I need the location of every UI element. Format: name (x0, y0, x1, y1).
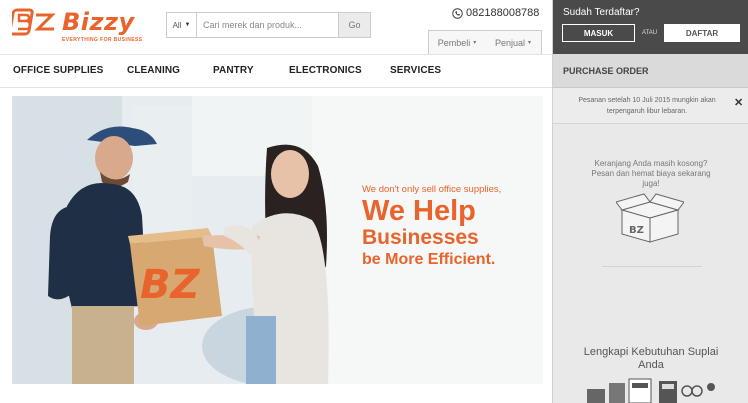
nav-item-office-supplies[interactable]: OFFICE SUPPLIES (13, 65, 103, 76)
box-logo-small: BZ (629, 225, 644, 236)
right-sidebar: Sudah Terdaftar? MASUK ATAU DAFTAR PURCH… (552, 0, 748, 403)
box-logo: BZ (140, 262, 200, 308)
search-bar: All ▼ Go (166, 12, 371, 38)
search-category-select[interactable]: All ▼ (167, 13, 197, 37)
nav-item-cleaning[interactable]: CLEANING (127, 65, 180, 76)
hero-line-4: be More Efficient. (362, 251, 496, 268)
logo-tagline: EVERYTHING FOR BUSINESS (62, 37, 143, 43)
chevron-down-icon: ▾ (473, 40, 477, 46)
caret-down-icon: ▼ (184, 22, 191, 28)
phone-icon (452, 7, 463, 19)
nav-item-electronics[interactable]: ELECTRONICS (289, 65, 362, 76)
supply-title: Lengkapi Kebutuhan Suplai Anda (583, 346, 719, 371)
purchase-order-title: PURCHASE ORDER (563, 66, 649, 76)
close-icon[interactable]: ✕ (734, 96, 743, 109)
hero-line-3: Businesses (362, 226, 479, 249)
search-go-button[interactable]: Go (338, 13, 370, 37)
account-panel: Sudah Terdaftar? MASUK ATAU DAFTAR (553, 0, 748, 54)
holiday-notice: Pesanan setelah 10 Juli 2015 mungkin aka… (553, 88, 748, 124)
search-input[interactable] (197, 13, 338, 37)
hero-line-2: We Help (362, 195, 476, 227)
bz-logo-icon (12, 8, 56, 36)
top-header: Bizzy EVERYTHING FOR BUSINESS All ▼ Go 0… (0, 0, 552, 54)
page: Bizzy EVERYTHING FOR BUSINESS All ▼ Go 0… (0, 0, 748, 403)
tab-penjual-label: Penjual (494, 37, 525, 48)
purchase-order-header: PURCHASE ORDER (553, 54, 748, 88)
hero-banner[interactable]: BZ We don't only sell office supplies, W… (12, 96, 543, 384)
search-category-label: All (172, 20, 182, 30)
supply-items-icon (587, 378, 715, 403)
nav-item-services[interactable]: SERVICES (390, 65, 441, 76)
login-button[interactable]: MASUK (562, 24, 635, 42)
empty-box-icon: BZ (616, 193, 684, 243)
phone-number: 082188008788 (466, 7, 540, 19)
logo-text: Bizzy (62, 8, 135, 36)
notice-text: Pesanan setelah 10 Juli 2015 mungkin aka… (578, 97, 716, 115)
role-tabs: Pembeli ▾ Penjual ▾ (428, 30, 542, 54)
tab-pembeli[interactable]: Pembeli ▾ (429, 31, 485, 54)
empty-cart-message: Keranjang Anda masih kosong? Pesan dan h… (591, 159, 711, 188)
register-button[interactable]: DAFTAR (664, 24, 740, 42)
sidebar-divider (602, 266, 702, 267)
phone-contact: 082188008788 (452, 7, 539, 19)
or-label: ATAU (642, 30, 658, 36)
tab-penjual[interactable]: Penjual ▾ (485, 31, 541, 54)
tab-pembeli-label: Pembeli (437, 37, 471, 48)
register-question: Sudah Terdaftar? (563, 7, 640, 18)
chevron-down-icon: ▾ (528, 40, 532, 46)
nav-item-pantry[interactable]: PANTRY (213, 65, 254, 76)
bizzy-logo[interactable]: Bizzy EVERYTHING FOR BUSINESS (12, 6, 147, 46)
category-nav: OFFICE SUPPLIES CLEANING PANTRY ELECTRON… (0, 54, 552, 88)
hero-line-1: We don't only sell office supplies, (362, 184, 502, 195)
main-area: Bizzy EVERYTHING FOR BUSINESS All ▼ Go 0… (0, 0, 552, 403)
hero-caption: We don't only sell office supplies, We H… (362, 184, 501, 270)
